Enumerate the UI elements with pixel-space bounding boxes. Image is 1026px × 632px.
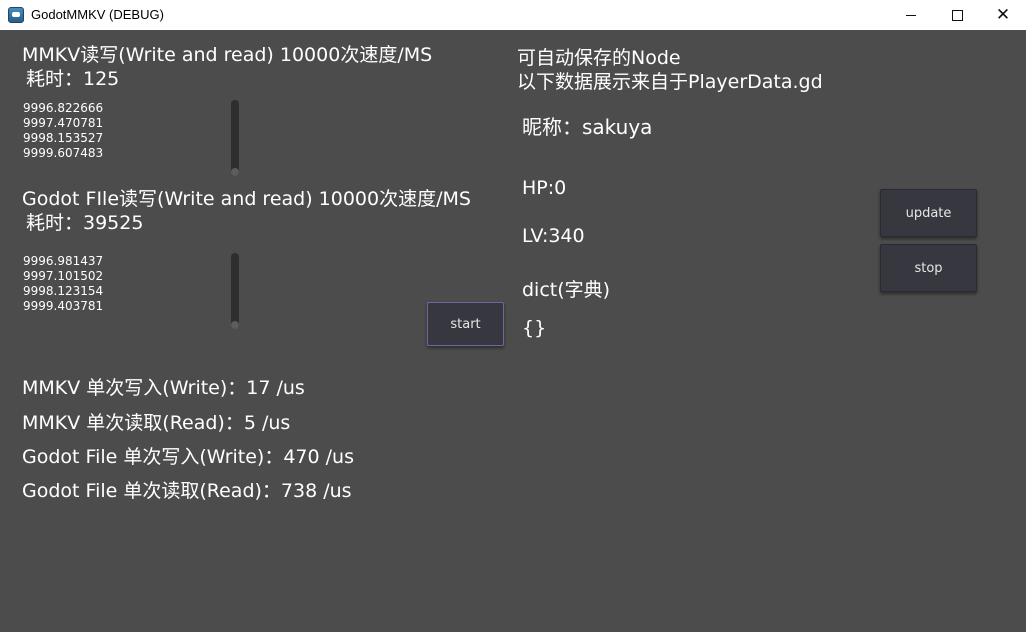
scrollbar-grabber[interactable]	[231, 321, 239, 329]
list-item: 9996.822666	[23, 101, 104, 115]
list-item: 9998.153527	[23, 131, 104, 145]
list-item: 9997.101502	[23, 269, 104, 283]
mmkv-single-read: MMKV 单次读取(Read)：5 /us	[22, 412, 291, 434]
list-item: 9999.403781	[23, 299, 104, 313]
godot-file-header: Godot FIle读写(Write and read) 10000次速度/MS	[22, 188, 471, 210]
maximize-button[interactable]	[934, 0, 980, 30]
minimize-icon	[906, 14, 916, 16]
mmkv-list-scrollbar[interactable]	[231, 100, 239, 176]
godot-file-list-scrollbar[interactable]	[231, 253, 239, 329]
mmkv-elapsed: 耗时：125	[26, 68, 120, 90]
list-item: 9996.981437	[23, 254, 104, 268]
godot-file-elapsed: 耗时：39525	[26, 212, 144, 234]
start-button[interactable]: start	[427, 302, 504, 346]
lv-label: LV:340	[522, 225, 585, 247]
maximize-icon	[951, 9, 963, 21]
godot-file-values-list: 9996.981437 9997.101502 9998.123154 9999…	[23, 254, 103, 314]
scrollbar-grabber[interactable]	[231, 168, 239, 176]
mmkv-header: MMKV读写(Write and read) 10000次速度/MS	[22, 44, 433, 66]
update-button[interactable]: update	[880, 189, 977, 237]
dict-label: dict(字典)	[522, 279, 611, 301]
godot-file-single-read: Godot File 单次读取(Read)：738 /us	[22, 480, 352, 502]
list-item: 9999.607483	[23, 146, 104, 160]
node-title: 可自动保存的Node	[517, 47, 681, 69]
window-title: GodotMMKV (DEBUG)	[31, 7, 164, 22]
close-icon: ✕	[995, 4, 1011, 25]
dict-value: {}	[522, 317, 547, 339]
mmkv-values-list: 9996.822666 9997.470781 9998.153527 9999…	[23, 101, 103, 161]
list-item: 9998.123154	[23, 284, 104, 298]
godot-file-single-write: Godot File 单次写入(Write)：470 /us	[22, 446, 354, 468]
close-button[interactable]: ✕	[980, 0, 1026, 30]
nickname-label: 昵称：sakuya	[522, 115, 653, 139]
mmkv-single-write: MMKV 单次写入(Write)：17 /us	[22, 377, 305, 399]
list-item: 9997.470781	[23, 116, 104, 130]
node-subtitle: 以下数据展示来自于PlayerData.gd	[517, 71, 823, 93]
stop-button[interactable]: stop	[880, 244, 977, 292]
app-icon	[8, 7, 24, 23]
window-titlebar: GodotMMKV (DEBUG) ✕	[0, 0, 1026, 30]
minimize-button[interactable]	[888, 0, 934, 30]
hp-label: HP:0	[522, 177, 567, 199]
